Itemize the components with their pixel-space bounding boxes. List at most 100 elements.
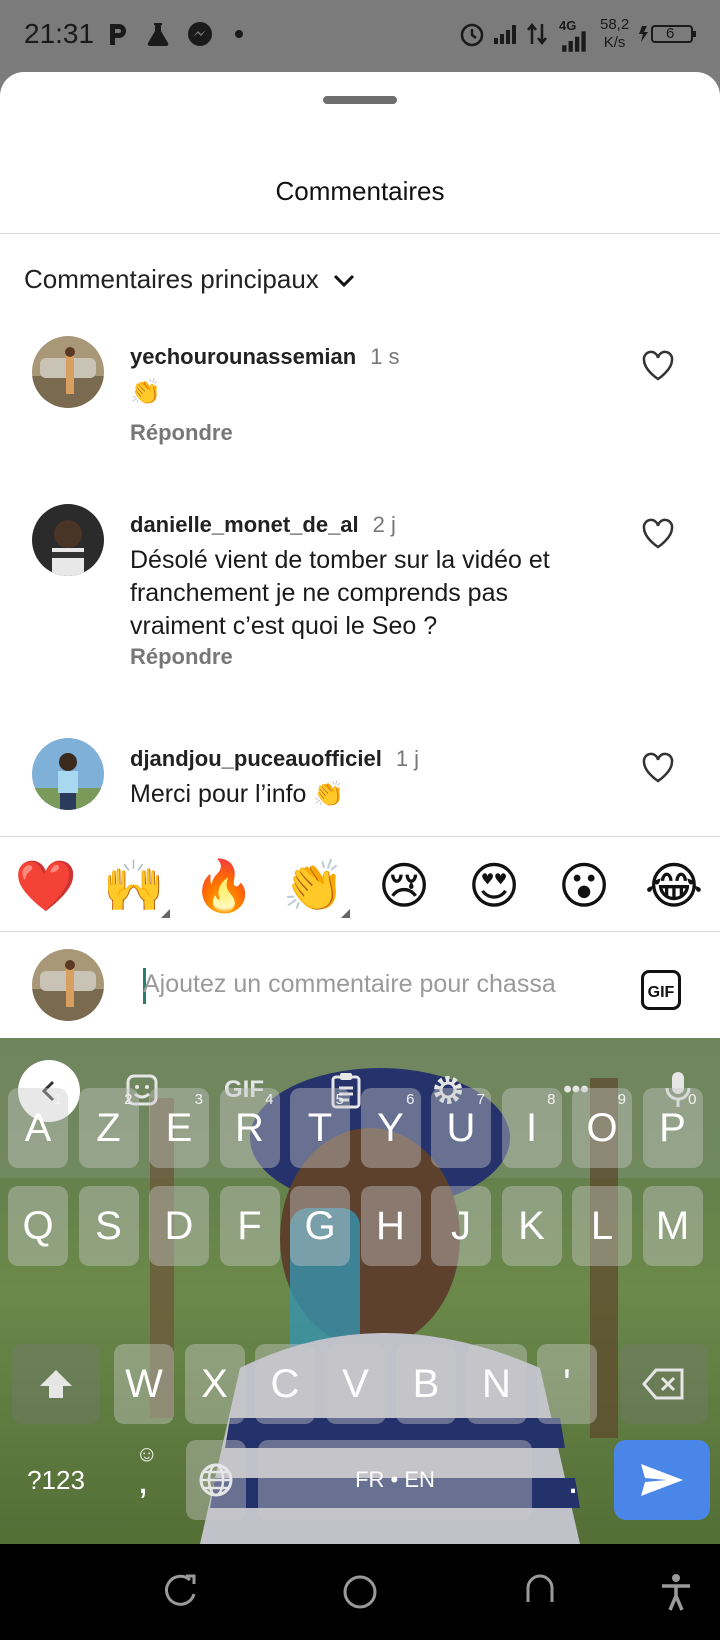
key-number-hint: 7	[476, 1091, 485, 1108]
variant-indicator	[161, 909, 170, 918]
key-number-hint: 4	[265, 1091, 274, 1108]
key-p[interactable]: P0	[642, 1088, 703, 1168]
key-b[interactable]: B	[396, 1344, 456, 1424]
accessibility-icon[interactable]	[656, 1572, 696, 1612]
emoji-hint: ☺	[135, 1441, 158, 1466]
key-a[interactable]: A1	[8, 1088, 68, 1168]
key-u[interactable]: U7	[431, 1088, 491, 1168]
gif-button[interactable]: GIF	[641, 970, 681, 1010]
reaction-clap[interactable]: 👏	[282, 854, 350, 918]
avatar[interactable]	[32, 738, 104, 810]
backspace-key[interactable]	[620, 1344, 708, 1424]
reaction-cry[interactable]: 😢	[372, 854, 436, 918]
heart-icon[interactable]	[640, 348, 676, 384]
avatar[interactable]	[32, 336, 104, 408]
username-text: danielle_monet_de_al	[130, 512, 359, 537]
key-number-hint: 8	[547, 1091, 556, 1108]
alarm-icon	[460, 23, 484, 47]
reaction-heart-eyes[interactable]: 😍	[462, 854, 526, 918]
key-x[interactable]: X	[184, 1344, 245, 1424]
key-y[interactable]: Y6	[360, 1088, 421, 1168]
shift-key[interactable]	[12, 1344, 100, 1424]
key-c[interactable]: C	[255, 1344, 315, 1424]
key-q[interactable]: Q	[8, 1186, 68, 1266]
key-label: R	[235, 1106, 264, 1150]
reaction-wow[interactable]: 😮	[552, 854, 616, 918]
key-h[interactable]: H	[360, 1186, 421, 1266]
symbols-key[interactable]: ?123	[12, 1440, 100, 1520]
recents-icon[interactable]	[160, 1572, 200, 1612]
reaction-heart[interactable]: ❤️	[14, 854, 78, 918]
reaction-fire[interactable]: 🔥	[192, 854, 256, 918]
key-number-hint: 1	[53, 1091, 62, 1108]
key-s[interactable]: S	[78, 1186, 139, 1266]
key-v[interactable]: V	[325, 1344, 386, 1424]
net-speed-value: 58,2	[600, 16, 630, 33]
key-label: A	[24, 1106, 52, 1150]
key-label: E	[165, 1106, 193, 1150]
heart-icon[interactable]	[640, 516, 676, 552]
comment-text: Désolé vient de tomber sur la vidéo et f…	[130, 546, 550, 640]
heart-icon[interactable]	[640, 750, 676, 786]
comment-username[interactable]: djandjou_puceauofficiel 1 j	[130, 746, 419, 772]
key-label: U	[446, 1106, 476, 1150]
key-e[interactable]: E3	[149, 1088, 209, 1168]
key-i[interactable]: I8	[501, 1088, 562, 1168]
signal-icon	[494, 25, 516, 44]
key-label: I	[525, 1106, 538, 1150]
reaction-laugh[interactable]: 😂	[642, 854, 706, 918]
comment-username[interactable]: yechourounassemian 1 s	[130, 344, 400, 370]
key-d[interactable]: D	[149, 1186, 209, 1266]
comment-time: 1 s	[370, 344, 400, 369]
key-k[interactable]: K	[501, 1186, 562, 1266]
key-g[interactable]: G	[290, 1186, 350, 1266]
back-icon[interactable]	[520, 1572, 560, 1612]
battery-level: 6	[666, 25, 675, 42]
chevron-down-icon	[333, 274, 354, 287]
send-button[interactable]	[614, 1440, 710, 1520]
key-j[interactable]: J	[431, 1186, 491, 1266]
username-text: yechourounassemian	[130, 344, 357, 369]
comment-input[interactable]: Ajoutez un commentaire pour chassa	[143, 970, 556, 999]
key-w[interactable]: W	[114, 1344, 174, 1424]
flask-icon	[147, 23, 169, 47]
sort-label: Commentaires principaux	[24, 264, 319, 294]
reaction-raised-hands-glyph: 🙌	[102, 858, 166, 914]
comment-time: 2 j	[372, 512, 396, 537]
key-number-hint: 5	[335, 1091, 344, 1108]
key-number-hint: 6	[406, 1091, 415, 1108]
key-o[interactable]: O9	[572, 1088, 632, 1168]
key-r[interactable]: R4	[219, 1088, 280, 1168]
dot-icon	[235, 30, 243, 38]
key-m[interactable]: M	[642, 1186, 703, 1266]
avatar[interactable]	[32, 504, 104, 576]
space-key[interactable]: FR • EN	[258, 1440, 532, 1520]
username-text: djandjou_puceauofficiel	[130, 746, 382, 771]
comment-text: Merci pour l’info 👏	[130, 780, 345, 808]
comments-sheet: Commentaires Commentaires principaux yec…	[0, 72, 720, 1038]
my-avatar	[32, 949, 104, 1021]
language-globe-key[interactable]	[186, 1440, 246, 1520]
reaction-raised-hands[interactable]: 🙌	[102, 854, 170, 918]
sort-dropdown[interactable]: Commentaires principaux	[24, 264, 357, 295]
comment-username[interactable]: danielle_monet_de_al 2 j	[130, 512, 396, 538]
net-speed-unit: K/s	[603, 34, 626, 51]
reaction-clap-glyph: 👏	[282, 858, 346, 914]
key-t[interactable]: T5	[290, 1088, 350, 1168]
key-apostrophe[interactable]: '	[537, 1344, 597, 1424]
comma-key[interactable]: , ☺	[118, 1440, 168, 1520]
status-time: 21:31	[24, 18, 95, 49]
reply-button[interactable]: Répondre	[130, 644, 233, 670]
key-n[interactable]: N	[466, 1344, 527, 1424]
status-bar: 21:31 4G 58,2 K/s 6	[0, 0, 720, 72]
key-l[interactable]: L	[572, 1186, 632, 1266]
home-icon[interactable]	[340, 1572, 380, 1612]
reply-button[interactable]: Répondre	[130, 420, 233, 446]
key-f[interactable]: F	[219, 1186, 280, 1266]
drag-handle[interactable]	[323, 96, 397, 104]
key-label: O	[586, 1106, 618, 1150]
reaction-divider-top	[0, 836, 720, 837]
period-key[interactable]: .	[548, 1440, 598, 1520]
key-number-hint: 2	[124, 1091, 133, 1108]
key-z[interactable]: Z2	[78, 1088, 139, 1168]
